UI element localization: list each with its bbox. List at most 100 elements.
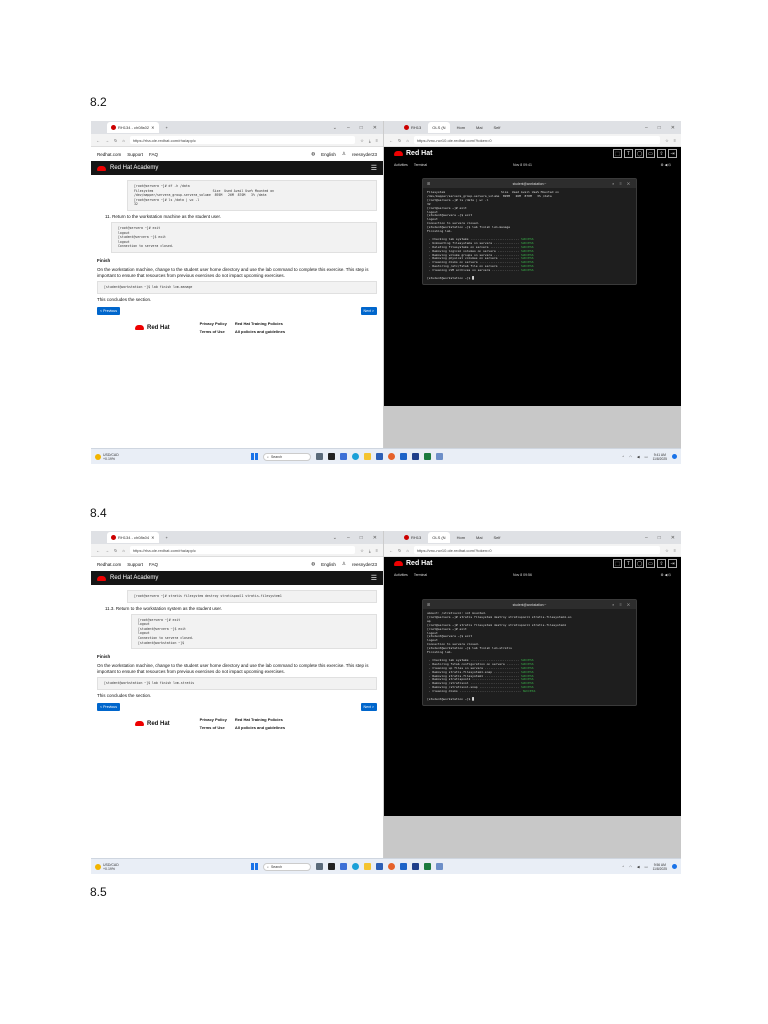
terminal-window[interactable]: ⊞ student@workstation:~ ⌕ ≡ ✕ umount: /s… (422, 599, 637, 706)
menu-icon[interactable]: ≡ (376, 548, 378, 553)
menu-icon[interactable]: ≡ (376, 138, 378, 143)
training-policies-link[interactable]: Red Hat Training Policies (235, 321, 285, 327)
upload-icon[interactable]: ⇧ (657, 559, 666, 568)
forward-icon[interactable]: → (105, 138, 109, 143)
firefox-icon[interactable] (388, 863, 395, 870)
terms-link[interactable]: Terms of Use (200, 725, 227, 731)
keyboard-icon[interactable]: ▭ (646, 149, 655, 158)
back-icon[interactable]: ← (389, 138, 393, 143)
taskbar-search[interactable]: ⌕ Search (263, 862, 311, 871)
link-support[interactable]: Support (127, 152, 143, 157)
link-support[interactable]: Support (127, 562, 143, 567)
start-button-icon[interactable] (251, 453, 258, 460)
star-icon[interactable]: ☆ (665, 138, 669, 143)
download-icon[interactable]: ⤓ (369, 548, 371, 553)
back-icon[interactable]: ← (96, 138, 100, 143)
terminal-app-label[interactable]: Terminal (414, 573, 427, 577)
terminal-app-label[interactable]: Terminal (414, 163, 427, 167)
wifi-icon[interactable]: ◠ (629, 455, 632, 459)
close-window-icon[interactable]: ✕ (373, 125, 377, 131)
new-tab-icon[interactable]: ⊞ (427, 602, 430, 607)
browser-tab[interactable]: Mai (472, 532, 486, 543)
fullscreen-icon[interactable]: ⇥ (668, 149, 677, 158)
browser-tab[interactable]: RH13 (400, 532, 425, 543)
close-window-icon[interactable]: ✕ (373, 535, 377, 541)
outlook-icon[interactable] (412, 863, 419, 870)
close-window-icon[interactable]: ✕ (671, 125, 675, 131)
new-tab-icon[interactable]: ⊞ (427, 181, 430, 186)
file-explorer-icon[interactable] (364, 453, 371, 460)
previous-button[interactable]: < Previous (97, 306, 121, 315)
download-icon[interactable]: ⤓ (369, 138, 371, 143)
terminal-window[interactable]: ⊞ student@workstation:~ ⌕ ≡ ✕ Filesystem… (422, 178, 637, 285)
settings-icon[interactable] (436, 453, 443, 460)
mail-icon[interactable] (400, 863, 407, 870)
minimize-icon[interactable]: – (347, 535, 350, 541)
battery-icon[interactable]: ▭ (644, 865, 647, 869)
file-explorer-icon[interactable] (364, 863, 371, 870)
ticker-widget[interactable]: USD/CAD +0.19% (95, 453, 119, 461)
maximize-icon[interactable]: □ (658, 125, 661, 131)
taskbar-search[interactable]: ⌕ Search (263, 452, 311, 461)
notification-icon[interactable] (672, 864, 677, 869)
reload-icon[interactable]: ↻ (114, 138, 117, 143)
outlook-icon[interactable] (412, 453, 419, 460)
terminal-controls[interactable]: ⌕ ≡ ✕ (612, 181, 632, 186)
battery-icon[interactable]: ▭ (644, 455, 647, 459)
taskbar-clock[interactable]: 9:56 AM 11/8/2025 (653, 863, 667, 871)
privacy-link[interactable]: Privacy Policy (200, 717, 227, 723)
volume-icon[interactable]: ◀ (637, 865, 640, 869)
terminal-prompt[interactable]: [student@workstation ~]$ █ (427, 697, 632, 702)
taskbar-clock[interactable]: 9:41 AM 11/8/2025 (653, 453, 667, 461)
user-name[interactable]: reesnyder23 (352, 562, 377, 567)
address-field[interactable]: https://vnc-ncr10.ole.redhat.com/?token=… (413, 546, 661, 554)
browser-tab[interactable]: Self (489, 532, 504, 543)
task-view-icon[interactable] (328, 863, 335, 870)
settings-icon[interactable] (436, 863, 443, 870)
clock[interactable]: Nov 8 09:41 (513, 163, 532, 167)
chat-icon[interactable] (340, 863, 347, 870)
widgets-icon[interactable] (316, 863, 323, 870)
training-policies-link[interactable]: Red Hat Training Policies (235, 717, 285, 723)
new-tab-button[interactable]: + (162, 532, 172, 543)
activities-button[interactable]: Activities (394, 573, 408, 577)
home-icon[interactable]: ⌂ (406, 548, 408, 553)
chevron-down-icon[interactable]: ⌄ (333, 125, 337, 131)
home-icon[interactable]: ⌂ (122, 138, 124, 143)
excel-icon[interactable] (424, 863, 431, 870)
minimize-icon[interactable]: – (347, 125, 350, 131)
widgets-icon[interactable] (316, 453, 323, 460)
policies-link[interactable]: All policies and guidelines (235, 329, 285, 335)
chat-icon[interactable] (340, 453, 347, 460)
wifi-icon[interactable]: ◠ (629, 865, 632, 869)
text-tool-icon[interactable]: T (624, 149, 633, 158)
minimize-icon[interactable]: – (645, 125, 648, 131)
previous-button[interactable]: < Previous (97, 702, 121, 711)
language-select[interactable]: English (321, 152, 336, 157)
home-icon[interactable]: ⌂ (406, 138, 408, 143)
system-tray-icon[interactable]: ⚙ ◀ ⏻ (660, 573, 671, 577)
edge-icon[interactable] (352, 453, 359, 460)
address-field[interactable]: https://rha.ole.redhat.com/rha/app/c (129, 546, 356, 554)
store-icon[interactable] (376, 453, 383, 460)
browser-tab[interactable]: Mai (472, 122, 486, 133)
terminal-controls[interactable]: ⌕ ≡ ✕ (612, 602, 632, 607)
clipboard-icon[interactable]: ◯ (635, 559, 644, 568)
link-faq[interactable]: FAQ (149, 152, 158, 157)
maximize-icon[interactable]: □ (360, 125, 363, 131)
link-redhat[interactable]: Redhat.com (97, 152, 121, 157)
address-field[interactable]: https://vnc-ncr10.ole.redhat.com/?token=… (413, 136, 661, 144)
link-faq[interactable]: FAQ (149, 562, 158, 567)
maximize-icon[interactable]: □ (360, 535, 363, 541)
reload-icon[interactable]: ↻ (398, 548, 401, 553)
system-tray-icon[interactable]: ⚙ ◀ ⏻ (660, 163, 671, 167)
fullscreen-icon[interactable]: ⇥ (668, 559, 677, 568)
store-icon[interactable] (376, 863, 383, 870)
mail-icon[interactable] (400, 453, 407, 460)
chevron-up-icon[interactable]: ^ (622, 865, 624, 869)
browser-tab[interactable]: RH134 - ch08s04 ✕ (107, 532, 159, 543)
screenshot-tool-icon[interactable]: ⬚ (613, 559, 622, 568)
browser-tab[interactable]: RH134 - ch08s02 ✕ (107, 122, 159, 133)
clock[interactable]: Nov 8 09:56 (513, 573, 532, 577)
next-button[interactable]: Next > (360, 702, 377, 711)
